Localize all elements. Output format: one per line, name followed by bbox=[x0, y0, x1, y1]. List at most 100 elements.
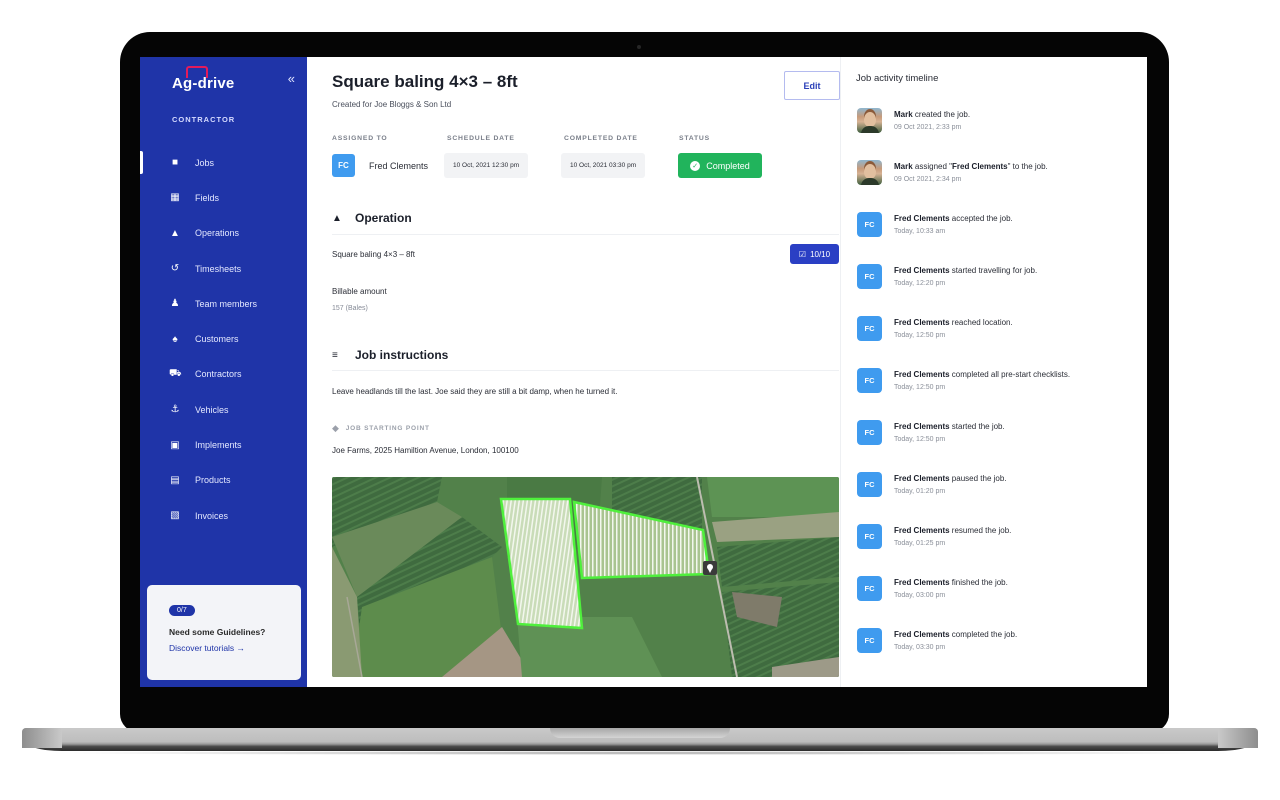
shapes-icon: ▲ bbox=[332, 212, 342, 224]
field-map[interactable] bbox=[332, 477, 839, 677]
timeline-actor: Fred Clements bbox=[894, 266, 950, 275]
check-circle-icon: ✓ bbox=[690, 160, 701, 171]
timeline-actor: Fred Clements bbox=[894, 422, 950, 431]
sidebar-nav: ■ Jobs ▦ Fields ▲ Operations ↺ Timesheets ♟ T… bbox=[140, 145, 307, 533]
briefcase-icon: ■ bbox=[171, 157, 179, 169]
timeline-title: Job activity timeline bbox=[856, 73, 939, 84]
sidebar-item-team-members[interactable]: ♟ Team members bbox=[140, 286, 307, 321]
billable-value: 157 (Bales) bbox=[332, 305, 368, 312]
people-icon: ♟ bbox=[170, 298, 180, 310]
timeline-actor: Fred Clements bbox=[894, 578, 950, 587]
operation-name: Square baling 4×3 – 8ft bbox=[332, 250, 415, 259]
timeline-item: FC Fred Clements started the job. Today,… bbox=[857, 420, 1005, 445]
assigned-to-label: ASSIGNED TO bbox=[332, 135, 388, 142]
sidebar-item-fields[interactable]: ▦ Fields bbox=[140, 180, 307, 215]
timeline-actor: Fred Clements bbox=[894, 526, 950, 535]
role-label: CONTRACTOR bbox=[172, 115, 236, 124]
sidebar-item-label: Implements bbox=[195, 440, 242, 451]
sidebar: Ag-drive « CONTRACTOR ■ Jobs ▦ Fields ▲ Ope… bbox=[140, 57, 307, 687]
user-avatar-fc: FC bbox=[857, 576, 882, 601]
ag-drive-logo[interactable]: Ag-drive bbox=[172, 66, 234, 92]
tractor-icon: ⚓ bbox=[170, 404, 180, 416]
sidebar-item-label: Customers bbox=[195, 334, 239, 345]
sidebar-item-customers[interactable]: ♠ Customers bbox=[140, 321, 307, 356]
timeline-actor: Fred Clements bbox=[894, 370, 950, 379]
user-avatar-fc: FC bbox=[857, 368, 882, 393]
timeline-item: Mark created the job. 09 Oct 2021, 2:33 … bbox=[857, 108, 970, 133]
sidebar-item-timesheets[interactable]: ↺ Timesheets bbox=[140, 251, 307, 286]
schedule-date-value: 10 Oct, 2021 12:30 pm bbox=[444, 153, 529, 178]
schedule-date-label: SCHEDULE DATE bbox=[447, 135, 515, 142]
sidebar-item-contractors[interactable]: ⛟ Contractors bbox=[140, 357, 307, 392]
checklist-button[interactable]: ☑ 10/10 bbox=[790, 244, 839, 264]
sidebar-item-implements[interactable]: ▣ Implements bbox=[140, 427, 307, 462]
edit-button[interactable]: Edit bbox=[784, 71, 840, 100]
billable-label: Billable amount bbox=[332, 287, 387, 296]
timeline-item: FC Fred Clements completed the job. Toda… bbox=[857, 628, 1017, 653]
timeline-time: Today, 01:20 pm bbox=[894, 488, 946, 495]
satellite-map bbox=[332, 477, 839, 677]
camera-dot bbox=[637, 45, 641, 49]
sidebar-item-invoices[interactable]: ▧ Invoices bbox=[140, 498, 307, 533]
collapse-sidebar-icon[interactable]: « bbox=[288, 71, 295, 86]
timeline-time: Today, 12:20 pm bbox=[894, 280, 946, 287]
timeline-action: started the job. bbox=[949, 422, 1005, 431]
timeline-target: Fred Clements bbox=[952, 162, 1008, 171]
sidebar-item-operations[interactable]: ▲ Operations bbox=[140, 216, 307, 251]
sidebar-item-label: Timesheets bbox=[195, 263, 242, 274]
starting-point-address: Joe Farms, 2025 Hamiltion Avenue, London… bbox=[332, 446, 519, 455]
timeline-action: paused the job. bbox=[949, 474, 1007, 483]
page-title: Square baling 4×3 – 8ft bbox=[332, 72, 518, 91]
timeline-actor: Mark bbox=[894, 110, 913, 119]
user-avatar-fc: FC bbox=[857, 420, 882, 445]
timeline-time: Today, 12:50 pm bbox=[894, 384, 946, 391]
timeline-actor: Fred Clements bbox=[894, 214, 950, 223]
assignee-name[interactable]: Fred Clements bbox=[369, 161, 428, 171]
timeline-item: FC Fred Clements completed all pre-start… bbox=[857, 368, 1070, 393]
timeline-action: accepted the job. bbox=[949, 214, 1013, 223]
app-screen: Ag-drive « CONTRACTOR ■ Jobs ▦ Fields ▲ Ope… bbox=[140, 57, 1147, 687]
timeline-action: resumed the job. bbox=[949, 526, 1012, 535]
sidebar-item-jobs[interactable]: ■ Jobs bbox=[140, 145, 307, 180]
sidebar-item-label: Products bbox=[195, 475, 231, 486]
timeline-item: FC Fred Clements finished the job. Today… bbox=[857, 576, 1008, 601]
user-avatar-fc: FC bbox=[857, 264, 882, 289]
user-avatar-mark bbox=[857, 108, 882, 133]
sidebar-item-label: Contractors bbox=[195, 369, 242, 380]
completed-date-label: COMPLETED DATE bbox=[564, 135, 638, 142]
timeline-action: created the job. bbox=[912, 110, 971, 119]
checklist-count: 10/10 bbox=[810, 249, 831, 259]
timeline-time: Today, 03:30 pm bbox=[894, 644, 946, 651]
completed-date-value: 10 Oct, 2021 03:30 pm bbox=[561, 153, 646, 178]
user-avatar-fc: FC bbox=[857, 212, 882, 237]
tractor-logo-icon bbox=[186, 66, 208, 78]
timeline-item: FC Fred Clements reached location. Today… bbox=[857, 316, 1013, 341]
timeline-action: " to the job. bbox=[1007, 162, 1048, 171]
laptop-notch bbox=[550, 728, 730, 738]
operation-heading: ▲ Operation bbox=[332, 211, 412, 225]
timeline-action: reached location. bbox=[949, 318, 1013, 327]
text-lines-icon: ≡ bbox=[332, 349, 338, 361]
divider bbox=[332, 234, 839, 235]
activity-timeline: Job activity timeline Mark created the j… bbox=[840, 57, 1147, 687]
status-text: Completed bbox=[706, 160, 750, 171]
status-label: STATUS bbox=[679, 135, 710, 142]
timeline-action: started travelling for job. bbox=[949, 266, 1038, 275]
trailer-icon: ▣ bbox=[170, 439, 180, 451]
user-avatar-fc: FC bbox=[857, 628, 882, 653]
sidebar-item-vehicles[interactable]: ⚓ Vehicles bbox=[140, 392, 307, 427]
shapes-icon: ▲ bbox=[170, 227, 180, 239]
sidebar-item-label: Operations bbox=[195, 228, 240, 239]
sidebar-item-label: Vehicles bbox=[195, 404, 229, 415]
archive-box-icon: ▤ bbox=[170, 474, 180, 486]
truck-icon: ⛟ bbox=[169, 367, 182, 379]
timeline-action: finished the job. bbox=[949, 578, 1008, 587]
history-clock-icon: ↺ bbox=[170, 263, 180, 275]
timeline-item: FC Fred Clements started travelling for … bbox=[857, 264, 1037, 289]
timeline-time: Today, 01:25 pm bbox=[894, 540, 946, 547]
sidebar-item-products[interactable]: ▤ Products bbox=[140, 463, 307, 498]
guide-progress-badge: 0/7 bbox=[169, 605, 195, 616]
sidebar-item-label: Jobs bbox=[195, 157, 215, 168]
instructions-heading: ≡ Job instructions bbox=[332, 348, 448, 362]
discover-tutorials-link[interactable]: Discover tutorials → bbox=[169, 643, 301, 653]
